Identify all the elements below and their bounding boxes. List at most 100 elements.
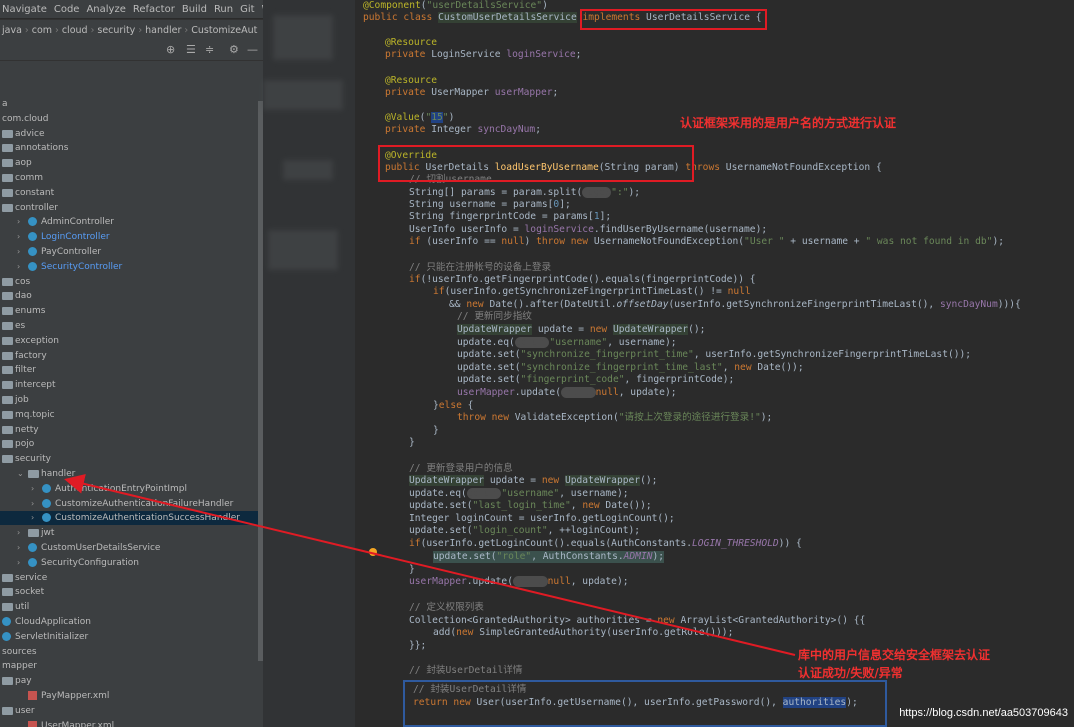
- expand-arrow-icon[interactable]: ›: [17, 230, 25, 244]
- tree-item[interactable]: user: [0, 704, 258, 718]
- tree-item[interactable]: annotations: [0, 141, 258, 155]
- tree-item[interactable]: com.cloud: [0, 112, 258, 126]
- tree-item[interactable]: aop: [0, 156, 258, 170]
- folder-icon: [2, 129, 13, 138]
- breadcrumb: java › com › cloud › security › handler › Customiz…: [0, 19, 265, 40]
- class-icon: [28, 557, 37, 567]
- tree-item-label: LoginController: [41, 232, 110, 243]
- expand-icon[interactable]: ≑: [205, 43, 214, 56]
- expand-arrow-icon[interactable]: ›: [17, 526, 25, 540]
- code-editor[interactable]: @Component("userDetailsService") public …: [355, 0, 1074, 727]
- menu-item[interactable]: Build: [182, 4, 207, 15]
- tree-item[interactable]: › PayController: [0, 245, 258, 259]
- tree-item-label: advice: [15, 128, 45, 139]
- lightbulb-icon[interactable]: [369, 548, 377, 556]
- breadcrumb-separator: ›: [138, 24, 143, 36]
- tree-item[interactable]: exception: [0, 334, 258, 348]
- tree-item[interactable]: netty: [0, 423, 258, 437]
- tree-item-label: annotations: [15, 143, 69, 154]
- tree-item[interactable]: › SecurityConfiguration: [0, 556, 258, 570]
- folder-icon: [2, 706, 13, 715]
- breadcrumb-item[interactable]: cloud: [62, 25, 88, 36]
- menu-item[interactable]: Navigate: [2, 4, 47, 15]
- project-toolbar: ⊕ ☰ ≑ ⚙ —: [0, 40, 263, 61]
- breadcrumb-item[interactable]: security: [97, 25, 135, 36]
- expand-arrow-icon[interactable]: ›: [31, 497, 39, 511]
- folder-icon: [2, 307, 13, 316]
- tree-item-label: SecurityConfiguration: [41, 557, 139, 568]
- menu-item[interactable]: Refactor: [133, 4, 175, 15]
- expand-arrow-icon[interactable]: ›: [17, 541, 25, 555]
- tree-item[interactable]: enums: [0, 304, 258, 318]
- expand-arrow-icon[interactable]: ›: [31, 482, 39, 496]
- tree-item[interactable]: › CustomizeAuthenticationSuccessHandler: [0, 511, 258, 526]
- breadcrumb-item[interactable]: CustomizeAut: [191, 25, 257, 36]
- tree-item-label: cos: [15, 276, 31, 287]
- tree-item[interactable]: comm: [0, 171, 258, 185]
- tree-item[interactable]: a: [0, 97, 258, 111]
- tree-item[interactable]: pojo: [0, 437, 258, 451]
- tree-item[interactable]: mq.topic: [0, 408, 258, 422]
- expand-arrow-icon[interactable]: ›: [17, 556, 25, 570]
- locate-icon[interactable]: ⊕: [166, 43, 175, 56]
- breadcrumb-item[interactable]: com: [32, 25, 52, 36]
- tree-item[interactable]: › jwt: [0, 526, 258, 540]
- tree-item[interactable]: ›CloudApplication: [0, 615, 258, 629]
- tree-item[interactable]: util: [0, 600, 258, 614]
- tree-item-label: pojo: [15, 439, 35, 450]
- breadcrumb-item[interactable]: java: [2, 25, 22, 36]
- tree-item[interactable]: UserMapper.xml: [0, 719, 258, 727]
- tree-item[interactable]: ›ServletInitializer: [0, 630, 258, 644]
- tree-item-label: dao: [15, 291, 32, 302]
- tree-item[interactable]: sources: [0, 645, 258, 659]
- tree-item[interactable]: › CustomizeAuthenticationFailureHandler: [0, 497, 258, 511]
- tree-item[interactable]: job: [0, 393, 258, 407]
- tree-item[interactable]: PayMapper.xml: [0, 689, 258, 703]
- tree-item[interactable]: controller: [0, 201, 258, 215]
- menu-item[interactable]: Git: [240, 4, 254, 15]
- tree-item[interactable]: socket: [0, 585, 258, 599]
- tree-item-label: intercept: [15, 380, 56, 391]
- tree-item[interactable]: constant: [0, 186, 258, 200]
- tree-item[interactable]: › LoginController: [0, 230, 258, 244]
- project-tree: a com.cloud advice annotations aop comm consta…: [0, 61, 258, 727]
- tree-item[interactable]: pay: [0, 674, 258, 688]
- tree-item-label: util: [15, 602, 30, 613]
- menu-item[interactable]: Run: [214, 4, 233, 15]
- expand-arrow-icon[interactable]: ⌄: [17, 467, 25, 481]
- menu-item[interactable]: Code: [54, 4, 80, 15]
- tree-item[interactable]: › AuthenticationEntryPointImpl: [0, 482, 258, 496]
- xml-file-icon: [28, 691, 37, 700]
- tree-item[interactable]: › SecurityController: [0, 260, 258, 274]
- collapse-icon[interactable]: ☰: [186, 43, 196, 56]
- gear-icon[interactable]: ⚙: [229, 43, 239, 56]
- menu-item[interactable]: Analyze: [86, 4, 125, 15]
- expand-arrow-icon[interactable]: ›: [17, 260, 25, 274]
- tree-item[interactable]: service: [0, 571, 258, 585]
- tree-item[interactable]: intercept: [0, 378, 258, 392]
- expand-arrow-icon[interactable]: ›: [17, 215, 25, 229]
- tree-item[interactable]: advice: [0, 127, 258, 141]
- folder-icon: [2, 144, 13, 153]
- tree-item-label: security: [15, 454, 51, 465]
- class-icon: [28, 217, 37, 227]
- tree-item[interactable]: es: [0, 319, 258, 333]
- minimize-icon[interactable]: —: [247, 43, 258, 56]
- tree-item[interactable]: cos: [0, 275, 258, 289]
- tree-item[interactable]: filter: [0, 363, 258, 377]
- expand-arrow-icon[interactable]: ›: [31, 511, 39, 525]
- tree-item[interactable]: security: [0, 452, 258, 466]
- tree-item[interactable]: ⌄ handler: [0, 467, 258, 481]
- tree-item[interactable]: mapper: [0, 659, 258, 673]
- tree-item[interactable]: › AdminController: [0, 215, 258, 229]
- tree-item[interactable]: factory: [0, 349, 258, 363]
- folder-icon: [2, 174, 13, 182]
- breadcrumb-separator: ›: [90, 24, 95, 36]
- tree-item[interactable]: dao: [0, 289, 258, 303]
- breadcrumb-item[interactable]: handler: [145, 25, 181, 36]
- tree-item-label: service: [15, 572, 48, 583]
- tree-item-label: user: [15, 705, 35, 716]
- override-highlight-box: [378, 145, 694, 182]
- tree-item[interactable]: › CustomUserDetailsService: [0, 541, 258, 555]
- expand-arrow-icon[interactable]: ›: [17, 245, 25, 259]
